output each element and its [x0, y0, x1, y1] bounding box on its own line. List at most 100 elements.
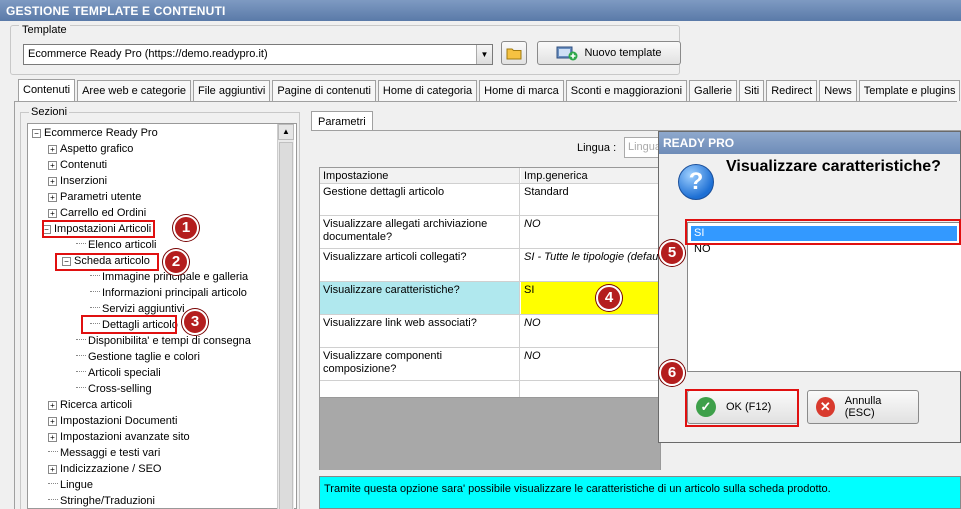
tree-item[interactable]: + Inserzioni — [48, 173, 107, 189]
expand-icon[interactable]: + — [48, 161, 57, 170]
expand-icon[interactable]: + — [48, 465, 57, 474]
tree-item-label: Carrello ed Ordini — [60, 207, 147, 219]
highlight-box-impostazioni — [42, 220, 155, 238]
dialog-title: READY PRO — [659, 132, 960, 154]
tree-item[interactable]: Lingue — [48, 477, 93, 493]
table-row[interactable]: Visualizzare componenti composizione? NO — [320, 348, 660, 381]
tree-item[interactable]: Messaggi e testi vari — [48, 445, 160, 461]
template-select[interactable]: Ecommerce Ready Pro (https://demo.readyp… — [23, 44, 493, 65]
dropdown-arrow-icon[interactable]: ▼ — [476, 45, 492, 64]
template-label: Template — [19, 24, 70, 36]
setting-value[interactable]: NO — [521, 348, 660, 380]
tree-item-label: Stringhe/Traduzioni — [60, 495, 155, 507]
tree-connector — [90, 275, 100, 276]
tree-connector — [76, 339, 86, 340]
tree-item[interactable]: + Carrello ed Ordini — [48, 205, 146, 221]
table-row-empty — [320, 381, 660, 397]
tree-connector — [90, 291, 100, 292]
tab-home-marca[interactable]: Home di marca — [479, 80, 564, 101]
tree-connector — [76, 243, 86, 244]
grid-empty-area — [319, 398, 661, 470]
setting-value[interactable]: SI — [521, 282, 660, 314]
expand-icon[interactable]: + — [48, 417, 57, 426]
tab-aree-web[interactable]: Aree web e categorie — [77, 80, 192, 101]
tree-item-label: Impostazioni Documenti — [60, 415, 178, 427]
tree-item-label: Cross-selling — [88, 383, 152, 395]
tab-pagine-contenuti[interactable]: Pagine di contenuti — [272, 80, 376, 101]
tree-item-label: Aspetto grafico — [60, 143, 134, 155]
cancel-button[interactable]: ✕ Annulla (ESC) — [807, 390, 919, 424]
setting-value[interactable]: Standard — [521, 184, 660, 215]
tab-template-plugins[interactable]: Template e plugins — [858, 80, 961, 101]
tree-item-label: Gestione taglie e colori — [88, 351, 200, 363]
tree-item[interactable]: Disponibilita' e tempi di consegna — [76, 333, 251, 349]
tree-scrollbar[interactable]: ▲ — [277, 124, 294, 509]
add-template-icon — [556, 46, 578, 61]
empty-cell — [320, 381, 520, 397]
highlight-box-dettagli — [81, 315, 177, 334]
open-folder-button[interactable] — [501, 41, 527, 65]
tab-parametri[interactable]: Parametri — [311, 111, 373, 131]
template-group: Template Ecommerce Ready Pro (https://de… — [10, 24, 681, 75]
tree-item[interactable]: Gestione taglie e colori — [76, 349, 200, 365]
tree-connector — [48, 499, 58, 500]
tree-item[interactable]: + Aspetto grafico — [48, 141, 133, 157]
empty-cell — [521, 381, 660, 397]
tab-sconti[interactable]: Sconti e maggiorazioni — [565, 80, 688, 101]
table-row[interactable]: Visualizzare link web associati? NO — [320, 315, 660, 348]
expand-icon[interactable]: + — [48, 209, 57, 218]
tab-news[interactable]: News — [819, 80, 857, 101]
scroll-up-icon[interactable]: ▲ — [278, 124, 294, 140]
tree-item-label: Indicizzazione / SEO — [60, 463, 162, 475]
expand-icon[interactable]: + — [48, 145, 57, 154]
table-row[interactable]: Gestione dettagli articolo Standard — [320, 184, 660, 216]
tree-item-label: Contenuti — [60, 159, 108, 171]
tab-file-aggiuntivi[interactable]: File aggiuntivi — [193, 80, 271, 101]
setting-name: Visualizzare componenti composizione? — [320, 348, 520, 380]
tab-gallerie[interactable]: Gallerie — [689, 80, 737, 101]
tree-item[interactable]: Elenco articoli — [76, 237, 156, 253]
expand-icon[interactable]: + — [48, 401, 57, 410]
tree-item[interactable]: + Contenuti — [48, 157, 107, 173]
template-select-value: Ecommerce Ready Pro (https://demo.readyp… — [28, 48, 268, 60]
expand-icon[interactable]: + — [48, 193, 57, 202]
tree-item[interactable]: Articoli speciali — [76, 365, 161, 381]
main-tabs: Contenuti Aree web e categorie File aggi… — [18, 79, 961, 101]
setting-value[interactable]: NO — [521, 315, 660, 347]
setting-name: Visualizzare caratteristiche? — [320, 282, 520, 314]
expand-icon[interactable]: + — [48, 433, 57, 442]
table-row[interactable]: Visualizzare allegati archiviazione docu… — [320, 216, 660, 249]
tree-item-label: Lingue — [60, 479, 94, 491]
collapse-icon[interactable]: − — [32, 129, 41, 138]
tree-item-label: Ecommerce Ready Pro — [44, 127, 158, 139]
tree-item-label: Disponibilita' e tempi di consegna — [88, 335, 251, 347]
sezioni-label: Sezioni — [29, 106, 70, 118]
scroll-thumb[interactable] — [279, 142, 293, 509]
tree-item[interactable]: − Ecommerce Ready Pro — [32, 125, 158, 141]
tab-redirect[interactable]: Redirect — [766, 80, 818, 101]
tree-item[interactable]: + Impostazioni avanzate sito — [48, 429, 190, 445]
tree-item[interactable]: Stringhe/Traduzioni — [48, 493, 155, 508]
setting-value[interactable]: NO — [521, 216, 660, 248]
tree-connector — [48, 483, 58, 484]
tree-item[interactable]: + Impostazioni Documenti — [48, 413, 177, 429]
tab-contenuti[interactable]: Contenuti — [18, 79, 76, 101]
highlight-box-option-si — [685, 219, 961, 245]
table-row[interactable]: Visualizzare articoli collegati? SI - Tu… — [320, 249, 660, 282]
tree-item[interactable]: Cross-selling — [76, 381, 152, 397]
setting-value[interactable]: SI - Tutte le tipologie (default) — [521, 249, 660, 281]
new-template-button[interactable]: Nuovo template — [537, 41, 681, 65]
callout-5: 5 — [659, 240, 685, 266]
tree-item[interactable]: + Indicizzazione / SEO — [48, 461, 162, 477]
tree-item-label: Inserzioni — [60, 175, 108, 187]
tree-item[interactable]: + Ricerca articoli — [48, 397, 132, 413]
tree-item-label: Articoli speciali — [88, 367, 161, 379]
tree-connector — [76, 355, 86, 356]
tab-siti[interactable]: Siti — [738, 80, 765, 101]
tab-home-categoria[interactable]: Home di categoria — [377, 80, 478, 101]
tree-item[interactable]: Informazioni principali articolo — [90, 285, 247, 301]
expand-icon[interactable]: + — [48, 177, 57, 186]
tree-item-label: Parametri utente — [60, 191, 142, 203]
tree-item[interactable]: + Parametri utente — [48, 189, 141, 205]
setting-name: Visualizzare articoli collegati? — [320, 249, 520, 281]
